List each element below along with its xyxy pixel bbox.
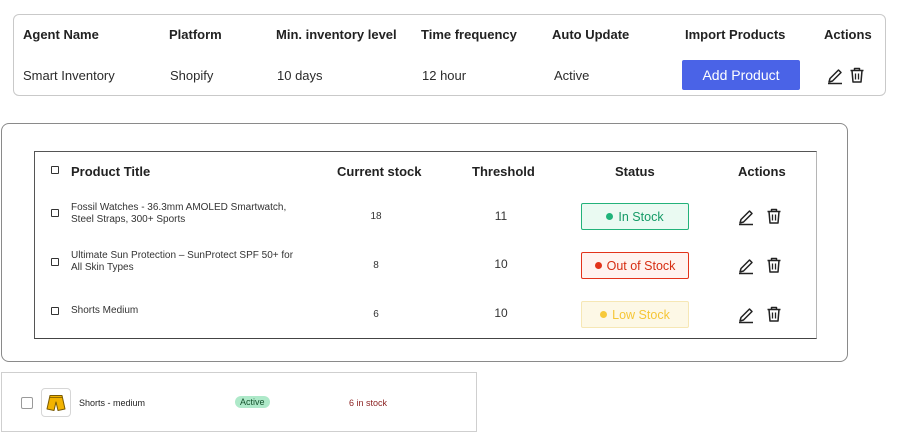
- row-checkbox[interactable]: [51, 258, 59, 266]
- pencil-edit-icon: [739, 259, 753, 275]
- trash-icon: [850, 67, 864, 83]
- status-dot: [606, 213, 614, 220]
- edit-product-button[interactable]: [737, 208, 755, 226]
- pencil-edit-icon: [739, 210, 753, 226]
- threshold: 10: [494, 306, 508, 320]
- header-status: Status: [615, 164, 655, 179]
- status-badge: In Stock: [581, 203, 689, 230]
- min-inventory-value: 10 days: [277, 68, 323, 83]
- select-all-checkbox[interactable]: [51, 166, 59, 174]
- header-actions: Actions: [738, 164, 786, 179]
- list-item: Shorts - medium Active 6 in stock: [1, 372, 477, 432]
- header-actions: Actions: [824, 27, 872, 42]
- pencil-edit-icon: [739, 308, 753, 324]
- product-title: Fossil Watches - 36.3mm AMOLED Smartwatc…: [71, 202, 287, 225]
- products-table: Product Title Current stock Threshold St…: [34, 151, 817, 339]
- status-badge: Out of Stock: [581, 252, 689, 279]
- agent-card: Agent Name Platform Min. inventory level…: [13, 14, 886, 96]
- header-import-products: Import Products: [685, 27, 786, 42]
- status-label: In Stock: [618, 209, 664, 224]
- header-current-stock: Current stock: [337, 164, 422, 179]
- delete-product-button[interactable]: [765, 305, 783, 323]
- header-min-inventory: Min. inventory level: [276, 27, 397, 42]
- edit-product-button[interactable]: [737, 306, 755, 324]
- trash-icon: [767, 306, 781, 322]
- product-title: Shorts Medium: [71, 305, 139, 316]
- status-dot: [600, 311, 608, 318]
- trash-icon: [767, 208, 781, 224]
- delete-product-button[interactable]: [765, 207, 783, 225]
- header-agent-name: Agent Name: [23, 27, 99, 42]
- threshold: 11: [494, 209, 508, 223]
- current-stock: 8: [373, 260, 379, 271]
- products-card: Product Title Current stock Threshold St…: [1, 123, 848, 362]
- header-time-frequency: Time frequency: [421, 27, 517, 42]
- status-badge: Active: [235, 396, 270, 408]
- current-stock: 18: [370, 211, 382, 222]
- row-checkbox[interactable]: [51, 307, 59, 315]
- time-frequency-value: 12 hour: [422, 68, 467, 83]
- agent-name-value: Smart Inventory: [23, 68, 115, 83]
- add-product-button[interactable]: Add Product: [682, 60, 800, 90]
- header-auto-update: Auto Update: [552, 27, 630, 42]
- status-label: Out of Stock: [606, 258, 676, 273]
- platform-value: Shopify: [170, 68, 214, 83]
- pencil-edit-icon: [828, 69, 842, 85]
- product-title: Ultimate Sun Protection – SunProtect SPF…: [71, 250, 294, 273]
- list-item-title: Shorts - medium: [79, 398, 146, 408]
- header-platform: Platform: [169, 27, 222, 42]
- header-product-title: Product Title: [71, 164, 151, 179]
- current-stock: 6: [373, 309, 379, 320]
- row-checkbox[interactable]: [51, 209, 59, 217]
- status-label: Low Stock: [612, 307, 670, 322]
- threshold: 10: [494, 257, 508, 271]
- header-threshold: Threshold: [472, 164, 535, 179]
- edit-product-button[interactable]: [737, 257, 755, 275]
- product-thumbnail: [41, 388, 71, 417]
- status-dot: [594, 262, 602, 269]
- delete-product-button[interactable]: [765, 256, 783, 274]
- status-badge: Low Stock: [581, 301, 689, 328]
- stock-count: 6 in stock: [349, 398, 388, 408]
- list-item-checkbox[interactable]: [21, 397, 33, 409]
- auto-update-value: Active: [554, 68, 590, 83]
- trash-icon: [767, 257, 781, 273]
- delete-agent-button[interactable]: [848, 66, 866, 84]
- edit-agent-button[interactable]: [826, 67, 844, 85]
- shorts-thumbnail-icon: [46, 394, 66, 411]
